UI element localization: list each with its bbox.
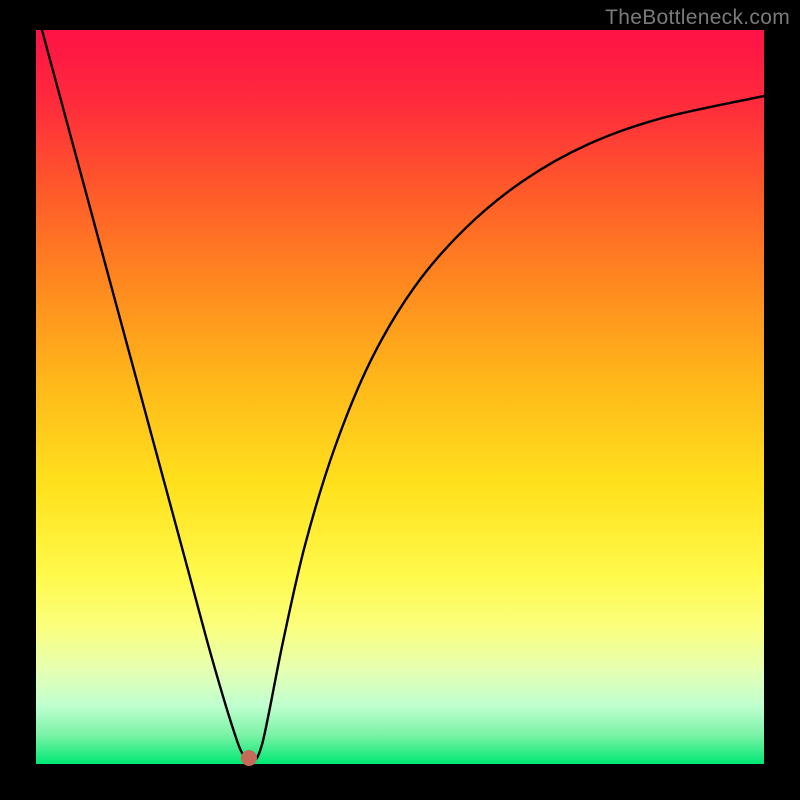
minimum-marker <box>241 750 257 766</box>
plot-area <box>36 30 764 764</box>
bottleneck-curve <box>36 30 764 761</box>
chart-frame: TheBottleneck.com <box>0 0 800 800</box>
curve-layer <box>36 30 764 764</box>
watermark-text: TheBottleneck.com <box>605 6 790 30</box>
